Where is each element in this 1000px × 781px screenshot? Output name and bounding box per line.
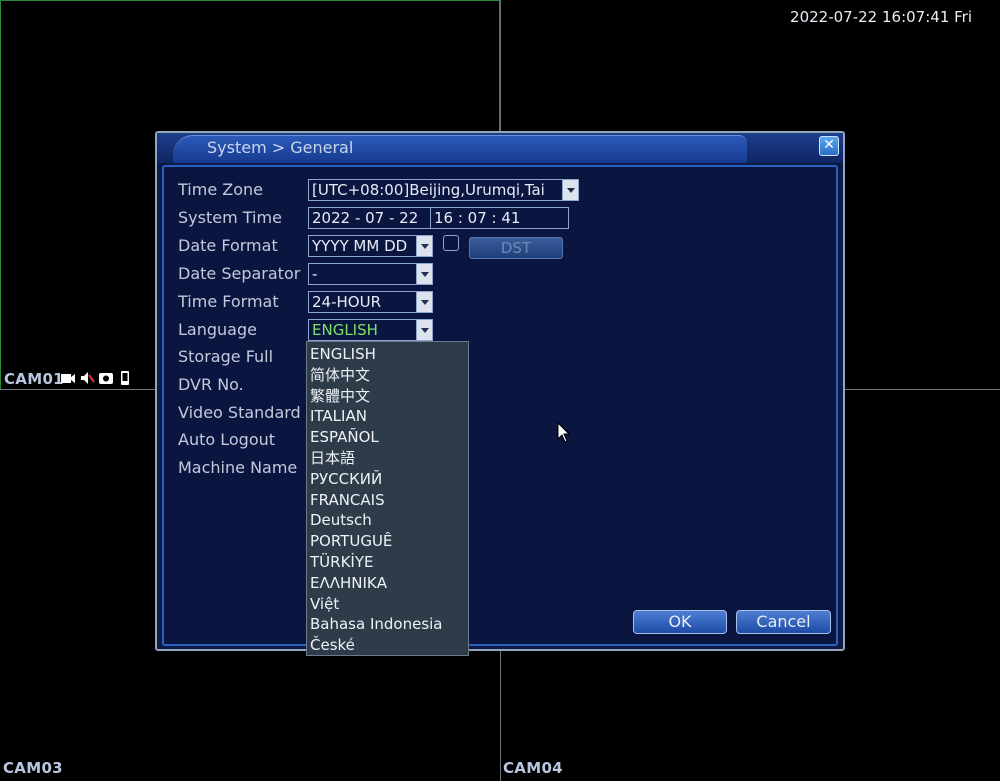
time-format-label: Time Format bbox=[178, 292, 279, 311]
dialog-body: Time Zone [UTC+08:00]Beijing,Urumqi,Tai … bbox=[162, 165, 838, 646]
time-zone-value: [UTC+08:00]Beijing,Urumqi,Tai bbox=[312, 181, 545, 199]
language-option[interactable]: ESPAÑOL bbox=[307, 427, 468, 448]
dst-button[interactable]: DST bbox=[469, 237, 563, 259]
language-option[interactable]: Bahasa Indonesia bbox=[307, 614, 468, 635]
chevron-down-icon[interactable] bbox=[416, 320, 432, 340]
cam03-label: CAM03 bbox=[3, 759, 63, 777]
language-option[interactable]: 简体中文 bbox=[307, 365, 468, 386]
system-time-value: 16 : 07 : 41 bbox=[434, 209, 521, 227]
cam04-label: CAM04 bbox=[503, 759, 563, 777]
language-option[interactable]: ΕΛΛΗΝΙΚΑ bbox=[307, 573, 468, 594]
date-separator-value: - bbox=[312, 265, 318, 283]
date-format-label: Date Format bbox=[178, 236, 278, 255]
system-time-input[interactable]: 16 : 07 : 41 bbox=[430, 207, 569, 229]
date-format-select[interactable]: YYYY MM DD bbox=[308, 235, 433, 257]
language-option[interactable]: TÜRKİYE bbox=[307, 552, 468, 573]
date-separator-label: Date Separator bbox=[178, 264, 301, 283]
chevron-down-icon[interactable] bbox=[416, 264, 432, 284]
ok-button[interactable]: OK bbox=[633, 610, 727, 634]
date-format-value: YYYY MM DD bbox=[312, 237, 408, 255]
mouse-cursor-icon bbox=[557, 422, 571, 443]
screen-datetime: 2022-07-22 16:07:41 Fri bbox=[790, 8, 972, 26]
chevron-down-icon[interactable] bbox=[416, 236, 432, 256]
chevron-down-icon[interactable] bbox=[416, 292, 432, 312]
video-standard-label: Video Standard bbox=[178, 403, 301, 422]
language-option[interactable]: České bbox=[307, 635, 468, 656]
language-option[interactable]: PORTUGUÊ bbox=[307, 531, 468, 552]
language-option[interactable]: ENGLISH bbox=[307, 344, 468, 365]
grid-divider-horizontal-left bbox=[0, 389, 160, 390]
close-button[interactable]: ✕ bbox=[819, 136, 839, 156]
language-option[interactable]: FRANCAIS bbox=[307, 490, 468, 511]
language-select[interactable]: ENGLISH bbox=[308, 319, 433, 341]
language-option[interactable]: Deutsch bbox=[307, 510, 468, 531]
language-label: Language bbox=[178, 320, 257, 339]
machine-name-label: Machine Name bbox=[178, 458, 298, 477]
time-zone-select[interactable]: [UTC+08:00]Beijing,Urumqi,Tai bbox=[308, 179, 579, 201]
language-option[interactable]: ITALIAN bbox=[307, 406, 468, 427]
system-date-input[interactable]: 2022 - 07 - 22 bbox=[308, 207, 431, 229]
time-format-select[interactable]: 24-HOUR bbox=[308, 291, 433, 313]
system-date-value: 2022 - 07 - 22 bbox=[312, 209, 419, 227]
language-dropdown-list[interactable]: ENGLISH 简体中文 繁體中文 ITALIAN ESPAÑOL 日本語 РУ… bbox=[306, 341, 469, 656]
phone-icon bbox=[117, 370, 133, 386]
close-icon: ✕ bbox=[823, 137, 835, 153]
auto-logout-label: Auto Logout bbox=[178, 430, 276, 449]
language-value: ENGLISH bbox=[312, 321, 378, 339]
language-option[interactable]: РУССКИЙ bbox=[307, 469, 468, 490]
cam01-label: CAM01 bbox=[4, 370, 64, 388]
cam01-status-icons bbox=[60, 370, 133, 386]
dialog-header: System > General ✕ bbox=[157, 133, 843, 163]
system-time-label: System Time bbox=[178, 208, 282, 227]
record-icon bbox=[98, 370, 114, 386]
language-option[interactable]: 日本語 bbox=[307, 448, 468, 469]
time-zone-label: Time Zone bbox=[178, 180, 263, 199]
language-option[interactable]: 繁體中文 bbox=[307, 386, 468, 407]
system-general-dialog: System > General ✕ Time Zone [UTC+08:00]… bbox=[155, 131, 845, 651]
date-separator-select[interactable]: - bbox=[308, 263, 433, 285]
storage-full-label: Storage Full bbox=[178, 347, 274, 366]
language-option[interactable]: Việt bbox=[307, 594, 468, 615]
mute-icon bbox=[79, 370, 95, 386]
cancel-button[interactable]: Cancel bbox=[736, 610, 831, 634]
time-format-value: 24-HOUR bbox=[312, 293, 381, 311]
dvr-no-label: DVR No. bbox=[178, 375, 244, 394]
chevron-down-icon[interactable] bbox=[562, 180, 578, 200]
dialog-title: System > General bbox=[207, 138, 354, 157]
camera-icon bbox=[60, 370, 76, 386]
dst-checkbox[interactable] bbox=[443, 235, 459, 251]
